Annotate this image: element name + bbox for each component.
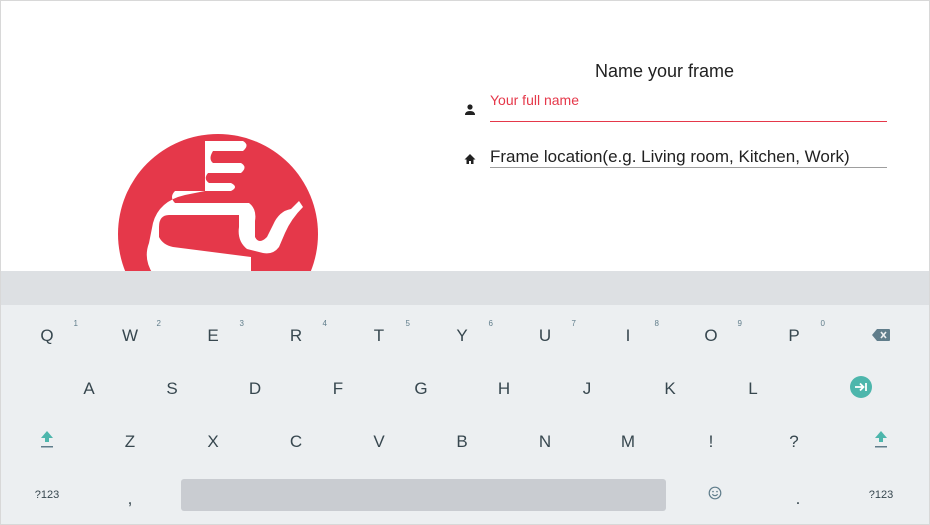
key-shift-left[interactable] <box>7 416 87 468</box>
tab-next-icon <box>849 375 873 404</box>
key-p[interactable]: P0 <box>754 310 834 362</box>
key-i[interactable]: I8 <box>588 310 668 362</box>
key-z[interactable]: Z <box>90 416 170 468</box>
location-field-underline <box>490 167 887 168</box>
key-backspace[interactable] <box>841 310 921 362</box>
spacebar[interactable] <box>181 479 666 511</box>
location-field[interactable]: Frame location(e.g. Living room, Kitchen… <box>463 145 887 171</box>
key-comma[interactable]: , <box>90 473 170 524</box>
key-c[interactable]: C <box>256 416 336 468</box>
key-exclamation[interactable]: ! <box>671 416 751 468</box>
name-field[interactable]: Your full name <box>463 89 887 125</box>
key-t[interactable]: T5 <box>339 310 419 362</box>
key-l[interactable]: L <box>713 363 793 415</box>
key-g[interactable]: G <box>381 363 461 415</box>
key-q[interactable]: Q1 <box>7 310 87 362</box>
key-symbols-right[interactable]: ?123 <box>841 469 921 521</box>
name-field-underline <box>490 121 887 122</box>
form-title: Name your frame <box>595 61 735 81</box>
app-screen: Name your frame Your full name Frame loc… <box>0 0 930 525</box>
key-period[interactable]: . <box>758 473 838 524</box>
key-emoji[interactable] <box>675 469 755 521</box>
key-d[interactable]: D <box>215 363 295 415</box>
person-icon <box>463 103 477 117</box>
backspace-icon <box>872 326 890 346</box>
emoji-icon <box>708 485 722 505</box>
key-e[interactable]: E3 <box>173 310 253 362</box>
key-question[interactable]: ? <box>754 416 834 468</box>
keyboard-suggestion-strip <box>1 271 929 305</box>
key-u[interactable]: U7 <box>505 310 585 362</box>
key-b[interactable]: B <box>422 416 502 468</box>
on-screen-keyboard: Q1 W2 E3 R4 T5 Y6 U7 I8 O9 P0 A S D F G … <box>1 305 929 524</box>
key-w[interactable]: W2 <box>90 310 170 362</box>
key-shift-right[interactable] <box>841 416 921 468</box>
key-x[interactable]: X <box>173 416 253 468</box>
location-field-label: Frame location(e.g. Living room, Kitchen… <box>490 147 850 166</box>
key-f[interactable]: F <box>298 363 378 415</box>
key-r[interactable]: R4 <box>256 310 336 362</box>
home-icon <box>463 152 477 166</box>
key-v[interactable]: V <box>339 416 419 468</box>
shift-icon <box>874 430 888 455</box>
key-k[interactable]: K <box>630 363 710 415</box>
key-s[interactable]: S <box>132 363 212 415</box>
name-field-label: Your full name <box>490 92 579 108</box>
key-h[interactable]: H <box>464 363 544 415</box>
key-symbols-left[interactable]: ?123 <box>7 469 87 521</box>
key-n[interactable]: N <box>505 416 585 468</box>
key-j[interactable]: J <box>547 363 627 415</box>
key-y[interactable]: Y6 <box>422 310 502 362</box>
key-m[interactable]: M <box>588 416 668 468</box>
key-o[interactable]: O9 <box>671 310 751 362</box>
shift-icon <box>40 430 54 455</box>
frame-illustration <box>113 129 323 274</box>
key-a[interactable]: A <box>49 363 129 415</box>
key-next[interactable] <box>821 363 901 415</box>
